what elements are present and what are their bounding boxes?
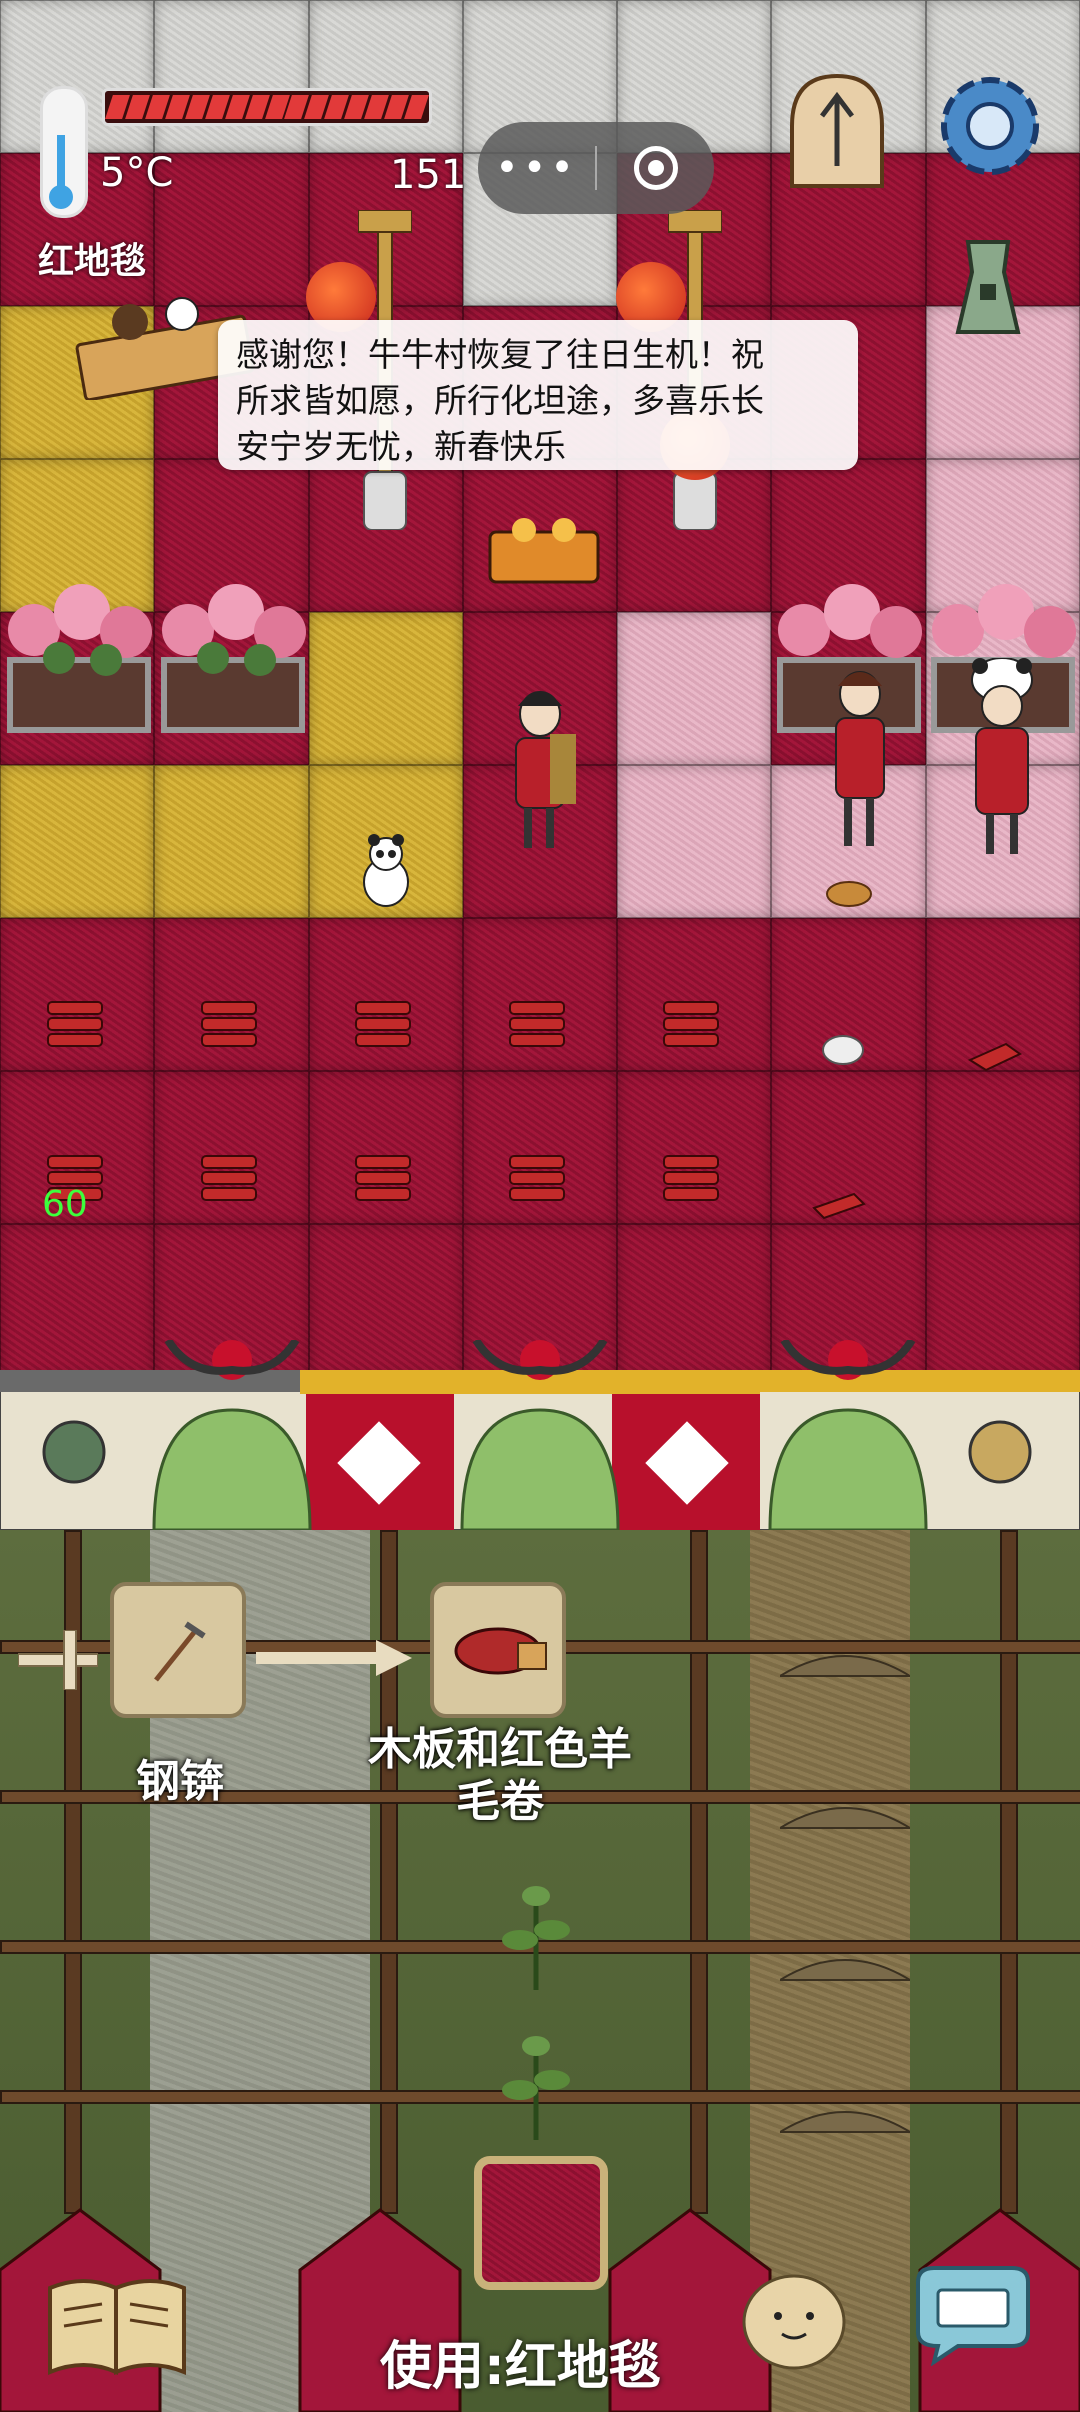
adze-icon [154, 1621, 206, 1682]
carpet-roll-stack[interactable] [46, 998, 104, 1050]
crop-plant[interactable] [496, 1880, 576, 1990]
tile-pink-carpet[interactable] [617, 765, 772, 918]
recipe-result-label: 木板和红色羊 毛卷 [330, 1724, 670, 1828]
speech-line: 安宁岁无忧，新春快乐 [236, 427, 566, 466]
tile-floor[interactable] [308, 0, 463, 153]
carpet-roll-stack[interactable] [354, 1152, 412, 1204]
keyboard-chat-icon[interactable] [908, 2262, 1038, 2366]
tile-floor[interactable] [154, 0, 309, 153]
close-miniprogram-button[interactable] [597, 146, 714, 190]
workbench[interactable] [484, 512, 604, 592]
arrow-right-icon [256, 1640, 412, 1676]
wool-tuft-item[interactable] [814, 1020, 872, 1072]
tile-yellow-carpet[interactable] [0, 765, 155, 918]
wool-roll-icon [454, 1627, 547, 1675]
peony-planter[interactable] [158, 570, 308, 738]
carpet-roll-stack[interactable] [662, 998, 720, 1050]
tile-yellow-carpet[interactable] [308, 612, 463, 765]
festive-wall-row [0, 1340, 1080, 1530]
thermometer-icon [40, 86, 88, 218]
dirt-mound[interactable] [780, 1792, 910, 1832]
health-bar [102, 88, 432, 126]
gear-icon[interactable] [930, 66, 1050, 186]
red-cloth-item[interactable] [810, 1176, 868, 1228]
bread-item[interactable] [820, 864, 878, 916]
hunger-counter: 151 [390, 152, 467, 198]
npc-panda-hat[interactable] [952, 658, 1052, 858]
carpet-roll-stack[interactable] [508, 998, 566, 1050]
fence-post [380, 1530, 398, 2214]
result-label-line: 木板和红色羊 [368, 1724, 632, 1775]
more-menu-button[interactable]: ••• [478, 145, 595, 191]
peony-planter[interactable] [4, 570, 154, 738]
carpet-roll-stack[interactable] [200, 998, 258, 1050]
use-action-label[interactable]: 使用:红地毯 [380, 2324, 661, 2399]
npc-speech-bubble: 感谢您！牛牛村恢复了往日生机！祝 所求皆如愿，所行化坦途，多喜乐长 安宁岁无忧，… [218, 320, 858, 470]
carpet-roll-stack[interactable] [508, 1152, 566, 1204]
speech-line: 感谢您！牛牛村恢复了往日生机！祝 [236, 335, 764, 374]
fence-post [690, 1530, 708, 2214]
debug-counter: 60 [42, 1184, 88, 1225]
fence-post [1000, 1530, 1018, 2214]
temperature-readout: 5°C [100, 150, 174, 196]
bean-face-icon[interactable] [738, 2262, 850, 2374]
miniprogram-capsule[interactable]: ••• [478, 122, 714, 214]
recipe-book-icon[interactable] [44, 2274, 190, 2378]
panda-pet[interactable] [356, 832, 416, 912]
speech-line: 所求皆如愿，所行化坦途，多喜乐长 [236, 381, 764, 420]
tile-pink-carpet[interactable] [617, 612, 772, 765]
plus-icon [18, 1630, 98, 1690]
player-character[interactable] [500, 684, 580, 854]
dirt-mound[interactable] [780, 1944, 910, 1984]
npc-villager[interactable] [820, 664, 900, 854]
recipe-tool-slot[interactable] [110, 1582, 246, 1718]
tile-yellow-carpet[interactable] [154, 765, 309, 918]
tile-red-carpet[interactable] [154, 153, 309, 306]
crop-plant[interactable] [496, 2030, 576, 2140]
recipe-tool-label: 钢锛 [136, 1756, 224, 1807]
clock-icon[interactable] [782, 66, 892, 196]
ancient-coin-icon[interactable] [948, 232, 1028, 342]
tile-red-carpet[interactable] [925, 1071, 1080, 1224]
current-tile-label: 红地毯 [38, 241, 147, 282]
dirt-mound[interactable] [780, 1640, 910, 1680]
dirt-mound[interactable] [780, 2096, 910, 2136]
carpet-roll-stack[interactable] [662, 1152, 720, 1204]
recipe-result-slot[interactable] [430, 1582, 566, 1718]
red-cloth-item[interactable] [966, 1024, 1024, 1076]
held-item-slot[interactable] [474, 2156, 608, 2290]
carpet-roll-stack[interactable] [200, 1152, 258, 1204]
result-label-line: 毛卷 [456, 1776, 544, 1827]
carpet-roll-stack[interactable] [354, 998, 412, 1050]
